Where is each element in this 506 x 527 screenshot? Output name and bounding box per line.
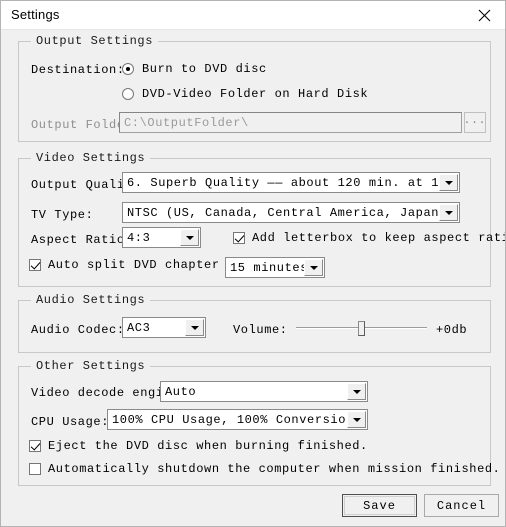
aspect-ratio-value: 4:3	[127, 230, 151, 245]
output-folder-input[interactable]: C:\OutputFolder\	[119, 112, 462, 133]
chevron-down-icon[interactable]	[439, 204, 458, 221]
chevron-down-icon[interactable]	[185, 319, 204, 336]
volume-slider[interactable]	[296, 321, 427, 336]
group-title-video-settings: Video Settings	[31, 151, 151, 165]
checkbox-label: Eject the DVD disc when burning finished…	[48, 439, 368, 453]
radio-label: DVD-Video Folder on Hard Disk	[142, 87, 369, 101]
chevron-down-icon[interactable]	[347, 383, 366, 400]
chevron-down-icon[interactable]	[347, 411, 366, 428]
checkbox-indicator	[29, 259, 41, 271]
checkbox-label: Automatically shutdown the computer when…	[48, 462, 501, 476]
output-quality-value: 6. Superb Quality —— about 120 min. at 1…	[127, 175, 439, 190]
checkbox-eject-dvd[interactable]: Eject the DVD disc when burning finished…	[29, 439, 368, 453]
group-title-output-settings: Output Settings	[31, 34, 159, 48]
group-title-audio-settings: Audio Settings	[31, 293, 151, 307]
save-button[interactable]: Save	[342, 494, 417, 517]
checkbox-indicator	[29, 463, 41, 475]
aspect-ratio-label: Aspect Ratio:	[31, 233, 133, 247]
tv-type-label: TV Type:	[31, 208, 94, 222]
close-button[interactable]	[462, 1, 505, 30]
checkbox-indicator	[29, 440, 41, 452]
radio-burn-to-dvd-disc[interactable]: Burn to DVD disc	[122, 62, 267, 76]
checkbox-add-letterbox[interactable]: Add letterbox to keep aspect ratio	[233, 231, 506, 245]
checkbox-indicator	[233, 232, 245, 244]
radio-label: Burn to DVD disc	[142, 62, 267, 76]
chevron-down-icon[interactable]	[180, 229, 199, 246]
settings-dialog: Settings Output Settings Destination: Bu…	[0, 0, 506, 527]
radio-indicator	[122, 88, 134, 100]
auto-split-interval-value: 15 minutes	[230, 260, 304, 275]
output-quality-combo[interactable]: 6. Superb Quality —— about 120 min. at 1…	[122, 172, 460, 193]
cancel-button[interactable]: Cancel	[424, 494, 499, 517]
auto-split-interval-combo[interactable]: 15 minutes	[225, 257, 325, 278]
decode-engine-value: Auto	[165, 384, 197, 399]
audio-codec-label: Audio Codec:	[31, 323, 125, 337]
radio-indicator	[122, 63, 134, 75]
checkbox-auto-shutdown[interactable]: Automatically shutdown the computer when…	[29, 462, 500, 476]
audio-codec-value: AC3	[127, 320, 151, 335]
cpu-usage-label: CPU Usage:	[31, 415, 110, 429]
destination-label: Destination:	[31, 63, 125, 77]
tv-type-combo[interactable]: NTSC (US, Canada, Central America, Japan…	[122, 202, 460, 223]
decode-engine-combo[interactable]: Auto	[160, 381, 368, 402]
tv-type-value: NTSC (US, Canada, Central America, Japan…	[127, 205, 439, 220]
cpu-usage-value: 100% CPU Usage, 100% Conversion Speed	[112, 412, 347, 427]
aspect-ratio-combo[interactable]: 4:3	[122, 227, 201, 248]
volume-label: Volume:	[233, 323, 288, 337]
volume-value: +0db	[436, 323, 468, 337]
close-icon	[478, 9, 491, 22]
window-title: Settings	[11, 7, 60, 22]
title-bar: Settings	[1, 1, 505, 30]
group-title-other-settings: Other Settings	[31, 359, 151, 373]
volume-slider-thumb[interactable]	[358, 321, 365, 336]
audio-codec-combo[interactable]: AC3	[122, 317, 206, 338]
checkbox-label: Add letterbox to keep aspect ratio	[252, 231, 506, 245]
chevron-down-icon[interactable]	[439, 174, 458, 191]
cpu-usage-combo[interactable]: 100% CPU Usage, 100% Conversion Speed	[107, 409, 368, 430]
radio-dvd-video-folder[interactable]: DVD-Video Folder on Hard Disk	[122, 87, 368, 101]
browse-folder-button[interactable]: ...	[464, 112, 486, 133]
title-separator	[1, 29, 505, 30]
chevron-down-icon[interactable]	[304, 259, 323, 276]
